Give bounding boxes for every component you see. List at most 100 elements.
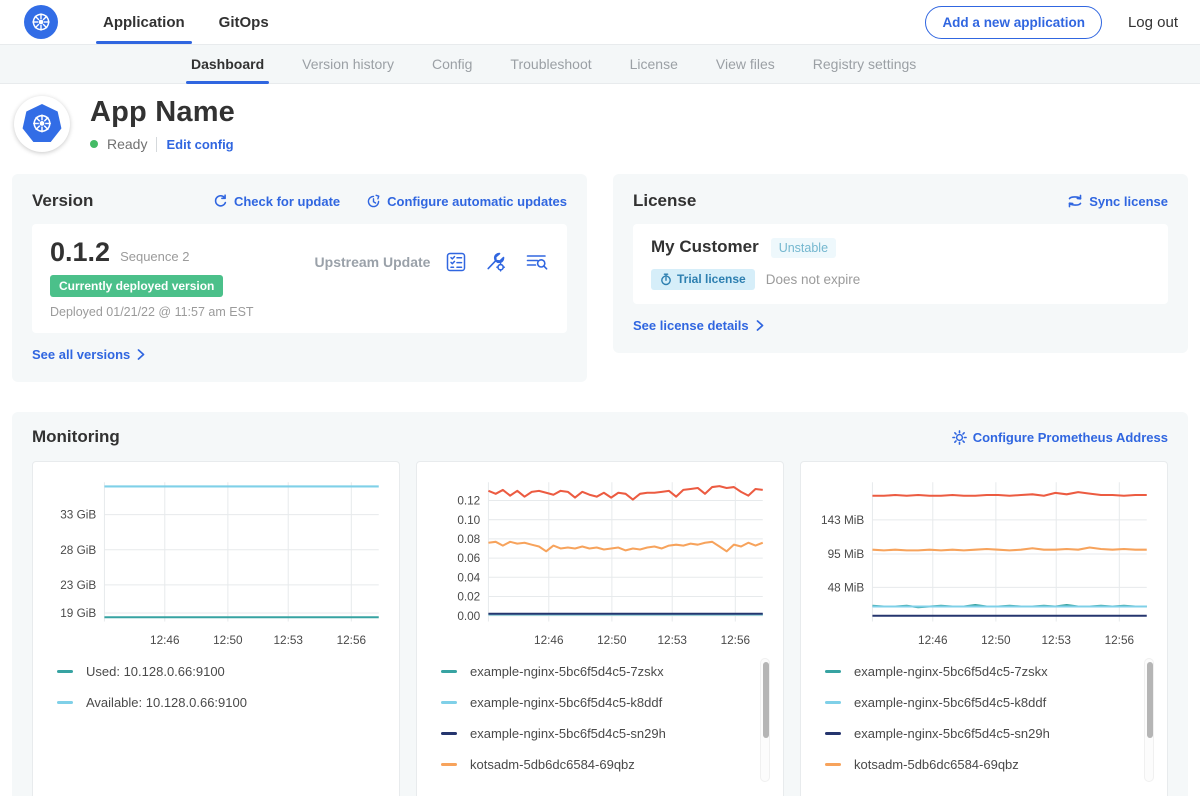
cards-row: Version Check for update <box>0 170 1200 382</box>
sync-license-label: Sync license <box>1089 194 1168 209</box>
legend-swatch <box>825 763 841 766</box>
legend-item: example-nginx-5bc6f5d4c5-7zskx <box>441 664 773 679</box>
configure-prometheus-link[interactable]: Configure Prometheus Address <box>952 430 1168 445</box>
top-nav: Application GitOps Add a new application… <box>0 0 1200 44</box>
svg-text:0.02: 0.02 <box>457 591 480 604</box>
edit-config-link[interactable]: Edit config <box>166 137 233 152</box>
legend-item: kotsadm-5db6dc6584-69qbz <box>441 757 773 772</box>
legend-swatch <box>825 732 841 735</box>
see-license-details-row: See license details <box>633 317 1168 335</box>
legend-label: example-nginx-5bc6f5d4c5-7zskx <box>470 664 664 679</box>
configure-prometheus-label: Configure Prometheus Address <box>973 430 1168 445</box>
tab-license-label: License <box>630 56 678 72</box>
tab-view-files-label: View files <box>716 56 775 72</box>
app-status-row: Ready Edit config <box>90 136 235 152</box>
tab-view-files[interactable]: View files <box>697 44 794 84</box>
scrollbar-thumb[interactable] <box>1147 662 1153 738</box>
trial-license-label: Trial license <box>677 272 746 286</box>
tab-dashboard-label: Dashboard <box>191 56 264 72</box>
divider <box>156 137 157 152</box>
legend-item: Used: 10.128.0.66:9100 <box>57 664 389 679</box>
tab-registry-settings[interactable]: Registry settings <box>794 44 935 84</box>
sync-license-link[interactable]: Sync license <box>1067 194 1168 209</box>
topnav-tab-gitops-label: GitOps <box>219 14 269 31</box>
monitoring-heading: Monitoring <box>32 427 120 447</box>
add-new-application-button[interactable]: Add a new application <box>925 6 1102 39</box>
cpu-usage-legend: example-nginx-5bc6f5d4c5-7zskx example-ng… <box>427 664 773 786</box>
tab-license[interactable]: License <box>611 44 697 84</box>
deploy-logs-icon[interactable] <box>525 251 549 319</box>
page-title: App Name <box>90 96 235 129</box>
svg-text:12:46: 12:46 <box>918 634 948 647</box>
see-license-details-link[interactable]: See license details <box>633 318 764 333</box>
version-source: Upstream Update <box>300 237 445 319</box>
svg-text:12:56: 12:56 <box>721 634 751 647</box>
check-for-update-label: Check for update <box>234 194 340 209</box>
tab-troubleshoot-label: Troubleshoot <box>510 56 591 72</box>
svg-text:0.06: 0.06 <box>457 552 480 565</box>
legend-swatch <box>57 670 73 673</box>
svg-text:12:46: 12:46 <box>534 634 564 647</box>
license-header-links: Sync license <box>1067 194 1168 209</box>
preflight-checks-icon[interactable] <box>445 251 467 319</box>
monitoring-panel: Monitoring Configure Prometheus Address <box>12 412 1188 796</box>
svg-text:12:50: 12:50 <box>597 634 627 647</box>
tab-version-history[interactable]: Version history <box>283 44 413 84</box>
legend-label: Available: 10.128.0.66:9100 <box>86 695 247 710</box>
svg-text:33 GiB: 33 GiB <box>60 509 96 522</box>
svg-text:12:53: 12:53 <box>657 634 687 647</box>
version-card-header: Version Check for update <box>32 191 567 211</box>
legend-swatch <box>825 701 841 704</box>
disk-usage-title: Disk Usage <box>43 786 389 796</box>
svg-text:12:53: 12:53 <box>273 634 303 647</box>
topnav-tab-gitops[interactable]: GitOps <box>202 0 286 44</box>
svg-text:23 GiB: 23 GiB <box>60 579 96 592</box>
legend-label: example-nginx-5bc6f5d4c5-k8ddf <box>470 695 662 710</box>
cpu-usage-title: CPU Usage <box>427 786 773 796</box>
stopwatch-icon <box>660 273 672 286</box>
svg-text:12:56: 12:56 <box>1105 634 1135 647</box>
svg-text:12:50: 12:50 <box>213 634 243 647</box>
legend-swatch <box>441 670 457 673</box>
logout-button[interactable]: Log out <box>1122 14 1184 31</box>
scrollbar-thumb[interactable] <box>763 662 769 738</box>
memory-usage-legend: example-nginx-5bc6f5d4c5-7zskx example-ng… <box>811 664 1157 786</box>
svg-text:48 MiB: 48 MiB <box>828 581 865 594</box>
legend-scrollbar[interactable] <box>1144 658 1154 782</box>
monitoring-header: Monitoring Configure Prometheus Address <box>32 427 1168 447</box>
see-all-versions-label: See all versions <box>32 347 130 362</box>
tab-dashboard[interactable]: Dashboard <box>172 44 283 84</box>
config-wrench-icon[interactable] <box>485 251 507 319</box>
legend-label: example-nginx-5bc6f5d4c5-k8ddf <box>854 695 1046 710</box>
license-card-header: License Sync license <box>633 191 1168 211</box>
legend-label: example-nginx-5bc6f5d4c5-sn29h <box>470 726 666 741</box>
channel-badge: Unstable <box>771 238 836 258</box>
deployed-timestamp: Deployed 01/21/22 @ 11:57 am EST <box>50 305 300 319</box>
svg-text:0.04: 0.04 <box>457 571 480 584</box>
tab-troubleshoot[interactable]: Troubleshoot <box>491 44 610 84</box>
legend-swatch <box>441 732 457 735</box>
svg-text:19 GiB: 19 GiB <box>60 607 96 620</box>
disk-usage-chart: 33 GiB28 GiB23 GiB19 GiB12:4612:5012:531… <box>43 472 389 652</box>
topnav-tab-application[interactable]: Application <box>86 0 202 44</box>
see-all-versions-link[interactable]: See all versions <box>32 347 145 362</box>
legend-item: example-nginx-5bc6f5d4c5-sn29h <box>825 726 1157 741</box>
legend-item: example-nginx-5bc6f5d4c5-sn29h <box>441 726 773 741</box>
auto-update-clock-icon <box>366 194 381 209</box>
gear-icon <box>952 430 967 445</box>
charts-row: 33 GiB 28 GiB 23 GiB 19 GiB 12:46 12:50 12:53 1… <box>32 461 1168 796</box>
svg-text:28 GiB: 28 GiB <box>60 544 96 557</box>
app-avatar <box>14 96 70 152</box>
license-card: License Sync license My Customer Unstabl… <box>613 174 1188 353</box>
memory-usage-chart: 143 MiB95 MiB48 MiB12:4612:5012:5312:56 <box>811 472 1157 652</box>
legend-scrollbar[interactable] <box>760 658 770 782</box>
tab-config[interactable]: Config <box>413 44 491 84</box>
check-for-update-link[interactable]: Check for update <box>213 194 340 209</box>
kubernetes-heptagon-icon <box>21 103 63 145</box>
legend-item: Available: 10.128.0.66:9100 <box>57 695 389 710</box>
legend-label: Used: 10.128.0.66:9100 <box>86 664 225 679</box>
svg-text:143 MiB: 143 MiB <box>821 514 864 527</box>
tab-version-history-label: Version history <box>302 56 394 72</box>
legend-label: example-nginx-5bc6f5d4c5-7zskx <box>854 664 1048 679</box>
configure-automatic-updates-link[interactable]: Configure automatic updates <box>366 194 567 209</box>
